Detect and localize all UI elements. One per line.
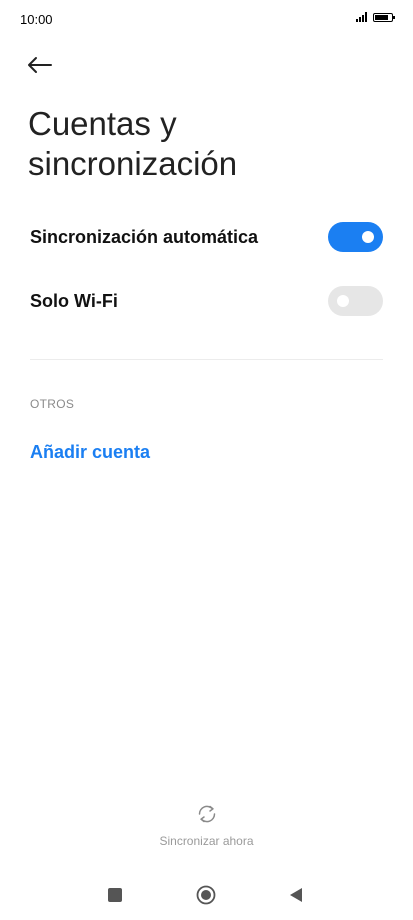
- recents-button[interactable]: [108, 888, 122, 902]
- back-triangle-button[interactable]: [288, 887, 304, 903]
- sync-now-label: Sincronizar ahora: [159, 834, 254, 848]
- auto-sync-toggle[interactable]: [328, 222, 383, 252]
- auto-sync-label: Sincronización automática: [30, 226, 259, 247]
- home-button[interactable]: [196, 885, 216, 905]
- page-title: Cuentas y sincronización: [28, 105, 238, 182]
- sync-icon: [198, 805, 215, 823]
- back-button[interactable]: [26, 50, 60, 80]
- arrow-left-icon: [28, 57, 52, 73]
- status-bar: 10:00: [0, 0, 413, 40]
- sync-now-button[interactable]: Sincronizar ahora: [0, 802, 413, 848]
- section-header-others: OTROS: [30, 397, 75, 411]
- battery-fill: [375, 14, 388, 20]
- auto-sync-row[interactable]: Sincronización automática: [30, 217, 383, 257]
- wifi-only-row[interactable]: Solo Wi-Fi: [30, 281, 383, 321]
- signal-icon: [356, 12, 367, 22]
- status-icons: [356, 12, 395, 22]
- wifi-only-label: Solo Wi-Fi: [30, 290, 118, 311]
- status-time: 10:00: [20, 12, 53, 27]
- wifi-only-toggle[interactable]: [328, 286, 383, 316]
- divider: [30, 359, 383, 360]
- navigation-bar: [0, 880, 413, 910]
- battery-icon: [373, 12, 395, 22]
- add-account-link[interactable]: Añadir cuenta: [30, 442, 150, 463]
